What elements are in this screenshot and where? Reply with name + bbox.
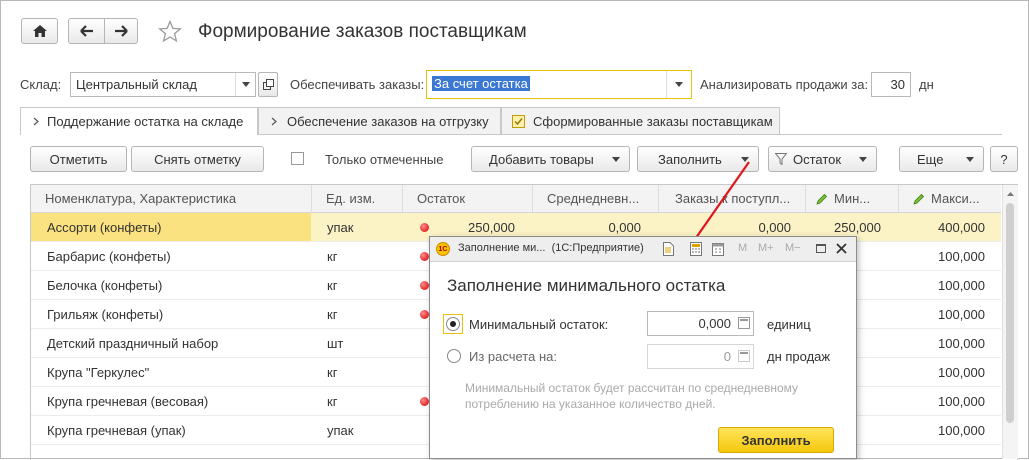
maximize-icon[interactable] bbox=[816, 244, 826, 253]
min-stock-value: 0,000 bbox=[698, 316, 731, 331]
dialog-titlebar: 1С Заполнение ми... (1С:Предприятие) M M… bbox=[430, 237, 856, 262]
calendar-icon[interactable] bbox=[712, 242, 724, 256]
option-min-stock-label: Минимальный остаток: bbox=[469, 317, 609, 332]
dialog-fill-button[interactable]: Заполнить bbox=[718, 427, 834, 453]
calc-days-input[interactable]: 0 bbox=[647, 344, 754, 369]
calculator-icon[interactable] bbox=[738, 350, 750, 362]
fill-min-stock-dialog: 1С Заполнение ми... (1С:Предприятие) M M… bbox=[429, 236, 857, 459]
min-stock-input[interactable]: 0,000 bbox=[647, 311, 754, 336]
memory-m-button[interactable]: M bbox=[738, 242, 747, 254]
min-stock-unit: единиц bbox=[767, 317, 811, 332]
dialog-window-title: Заполнение ми... (1С:Предприятие) bbox=[458, 242, 644, 254]
memory-plus-button[interactable]: M+ bbox=[758, 242, 774, 254]
document-icon[interactable] bbox=[663, 242, 674, 256]
calc-days-unit: дн продаж bbox=[767, 349, 831, 364]
dialog-hint: Минимальный остаток будет рассчитан по с… bbox=[465, 381, 799, 411]
radio-min-stock[interactable] bbox=[446, 317, 460, 331]
close-icon[interactable] bbox=[836, 243, 847, 254]
app-1c-icon: 1С bbox=[436, 242, 450, 256]
dialog-heading: Заполнение минимального остатка bbox=[447, 276, 726, 295]
calc-days-value: 0 bbox=[723, 349, 731, 364]
option-min-stock[interactable] bbox=[443, 314, 463, 334]
calculator-icon[interactable] bbox=[738, 317, 750, 329]
calculator-icon[interactable] bbox=[690, 242, 702, 256]
memory-minus-button[interactable]: M− bbox=[785, 242, 801, 254]
option-calc-days-label: Из расчета на: bbox=[469, 349, 557, 364]
radio-calc-days[interactable] bbox=[447, 349, 461, 363]
